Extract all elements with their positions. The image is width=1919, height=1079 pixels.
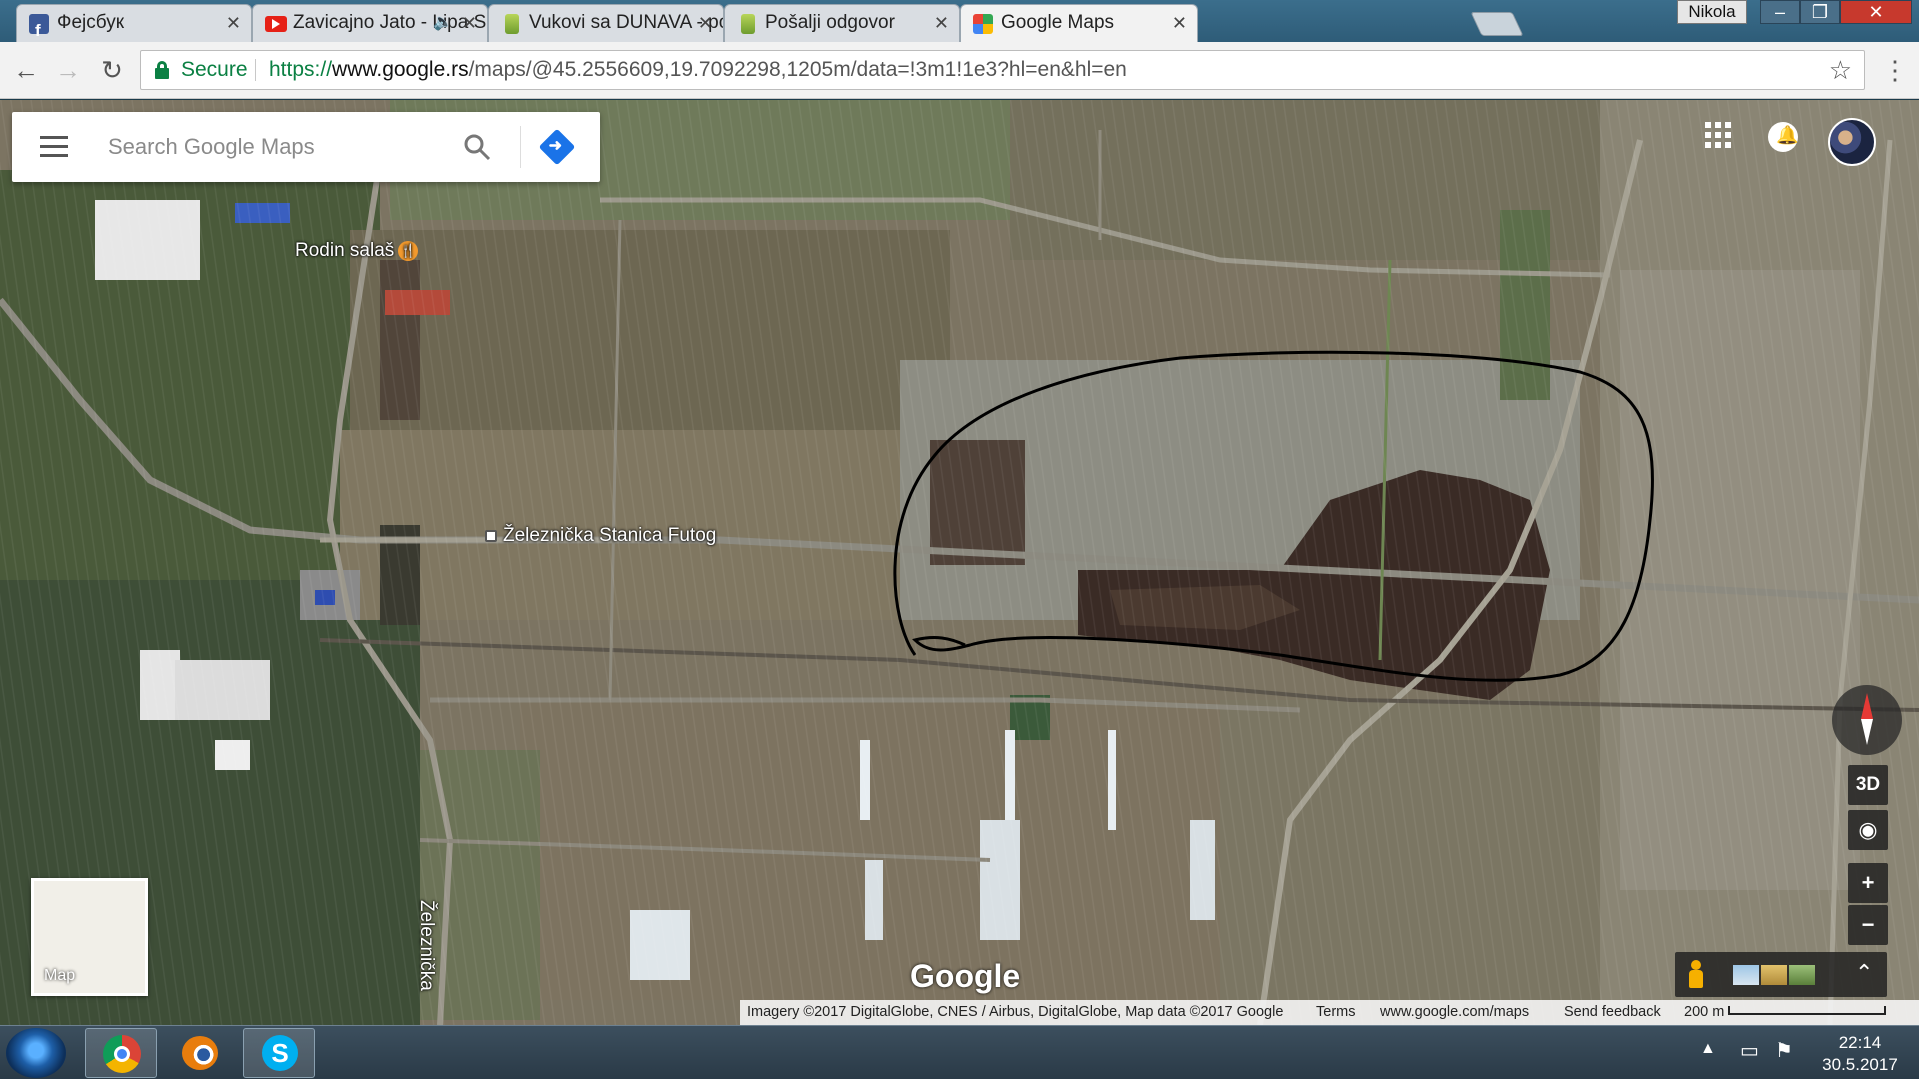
back-arrow-icon[interactable]: ← [6,50,46,90]
terms-link[interactable]: Terms [1316,1000,1355,1025]
imagery-attribution: Imagery ©2017 DigitalGlobe, CNES / Airbu… [747,1004,1284,1020]
map-footer: Imagery ©2017 DigitalGlobe, CNES / Airbu… [740,1000,1919,1025]
forward-arrow-icon[interactable]: → [48,50,88,90]
map-layer-toggle[interactable]: Map [31,878,148,996]
secure-label: Secure [181,58,248,81]
search-divider [520,126,521,168]
profile-button[interactable]: Nikola [1677,0,1747,24]
tab-title: Pošalji odgovor [765,12,895,33]
close-tab-icon[interactable]: ✕ [462,5,477,41]
pegman-icon[interactable] [1687,960,1705,990]
compass-icon[interactable] [1832,685,1902,755]
place-label-rodin-salas[interactable]: Rodin salaš 🍴 [295,240,419,262]
url-path: /maps/@45.2556609,19.7092298,1205m/data=… [468,58,1127,81]
3d-button[interactable]: 3D [1848,765,1888,805]
forum-icon [741,14,755,34]
scale-bar [1728,1006,1886,1015]
browser-tab-strip: f Фејсбук ✕ Zavicajno Jato - Lipa S 🔈 ✕ … [0,0,1919,42]
close-tab-icon[interactable]: ✕ [698,5,713,41]
clock-time: 22:14 [1838,1033,1882,1052]
forum-icon [505,14,519,34]
address-bar[interactable]: Secure https://www.google.rs/maps/@45.25… [140,50,1865,90]
close-tab-icon[interactable]: ✕ [934,5,949,41]
youtube-icon [265,16,287,32]
search-icon[interactable] [462,132,492,162]
url-text[interactable]: https://www.google.rs/maps/@45.2556609,1… [269,51,1127,89]
maps-search-box: ➜ [12,112,600,182]
facebook-icon: f [29,14,49,40]
blender-icon [182,1036,218,1070]
clock-date: 30.5.2017 [1822,1055,1898,1074]
tab-facebook[interactable]: f Фејсбук ✕ [16,4,252,42]
menu-icon[interactable] [40,136,68,158]
train-station-icon [485,529,497,542]
system-clock[interactable]: 22:14 30.5.2017 [1810,1032,1910,1076]
new-tab-button[interactable] [1470,12,1524,36]
network-icon[interactable]: ▭ [1740,1038,1759,1063]
satellite-imagery [0,100,1919,1025]
tab-title: Google Maps [1001,12,1115,33]
apps-grid-icon[interactable] [1705,122,1731,148]
account-avatar[interactable] [1828,118,1876,166]
place-name: Rodin salaš [295,240,395,261]
tab-youtube[interactable]: Zavicajno Jato - Lipa S 🔈 ✕ [252,4,488,42]
google-logo: Google [910,958,1021,994]
chrome-taskbar-button[interactable] [85,1028,157,1078]
tab-google-maps[interactable]: Google Maps ✕ [960,4,1198,42]
place-label-station[interactable]: Železnička Stanica Futog [485,525,716,547]
notifications-bell-icon[interactable]: 🔔 [1768,122,1798,152]
imagery-strip: ⌃ [1675,952,1887,997]
send-feedback-link[interactable]: Send feedback [1564,1000,1661,1025]
scale-label: 200 m [1684,1004,1725,1020]
place-name: Železnička Stanica Futog [503,525,717,546]
expand-chevron-icon[interactable]: ⌃ [1855,960,1873,986]
close-tab-icon[interactable]: ✕ [226,5,241,41]
tab-title: Vukovi sa DUNAVA - pod [529,12,724,33]
skype-taskbar-button[interactable]: S [243,1028,315,1078]
tray-expand-icon[interactable]: ▲ [1700,1040,1716,1058]
satellite-map[interactable]: ➜ 🔔 Rodin salaš🍴 Železnička Stanica Futo… [0,100,1919,1025]
windows-start-icon[interactable] [6,1028,66,1078]
google-maps-icon [973,14,993,34]
chrome-icon [103,1035,141,1073]
zoom-in-button[interactable]: + [1848,863,1888,903]
maps-url-link[interactable]: www.google.com/maps [1380,1000,1529,1025]
omnibox-divider [255,59,256,81]
map-layer-label: Map [44,967,76,984]
browser-menu-icon[interactable]: ⋮ [1880,50,1910,90]
lock-icon [155,61,169,79]
url-host: www.google.rs [332,58,469,81]
tab-title: Фејсбук [57,12,125,33]
speaker-icon[interactable]: 🔈 [433,5,453,41]
directions-icon[interactable]: ➜ [538,128,576,166]
imagery-thumbnail-icon[interactable] [1761,965,1787,985]
tab-posalji-odgovor[interactable]: Pošalji odgovor ✕ [724,4,960,42]
my-location-icon[interactable]: ◉ [1848,810,1888,850]
maximize-button[interactable]: ❐ [1800,0,1840,24]
windows-taskbar: S ▲ ▭ ⚑ 22:14 30.5.2017 [0,1025,1919,1079]
close-window-button[interactable]: ✕ [1840,0,1912,24]
minimize-button[interactable]: – [1760,0,1800,24]
reload-icon[interactable]: ↻ [92,50,132,90]
tab-vukovi[interactable]: Vukovi sa DUNAVA - pod ✕ [488,4,724,42]
search-input[interactable] [106,126,436,168]
blender-taskbar-button[interactable] [164,1028,236,1078]
tab-title: Zavicajno Jato - Lipa S [293,12,487,33]
bookmark-star-icon[interactable]: ☆ [1829,51,1852,89]
action-center-flag-icon[interactable]: ⚑ [1775,1038,1793,1063]
street-label: Železnička [416,900,437,991]
restaurant-icon: 🍴 [398,240,419,261]
close-tab-icon[interactable]: ✕ [1172,5,1187,41]
skype-icon: S [262,1035,298,1071]
zoom-out-button[interactable]: − [1848,905,1888,945]
imagery-thumbnail-icon[interactable] [1733,965,1759,985]
imagery-thumbnail-icon[interactable] [1789,965,1815,985]
url-scheme: https:// [269,58,333,81]
browser-toolbar: ← → ↻ Secure https://www.google.rs/maps/… [0,42,1919,99]
